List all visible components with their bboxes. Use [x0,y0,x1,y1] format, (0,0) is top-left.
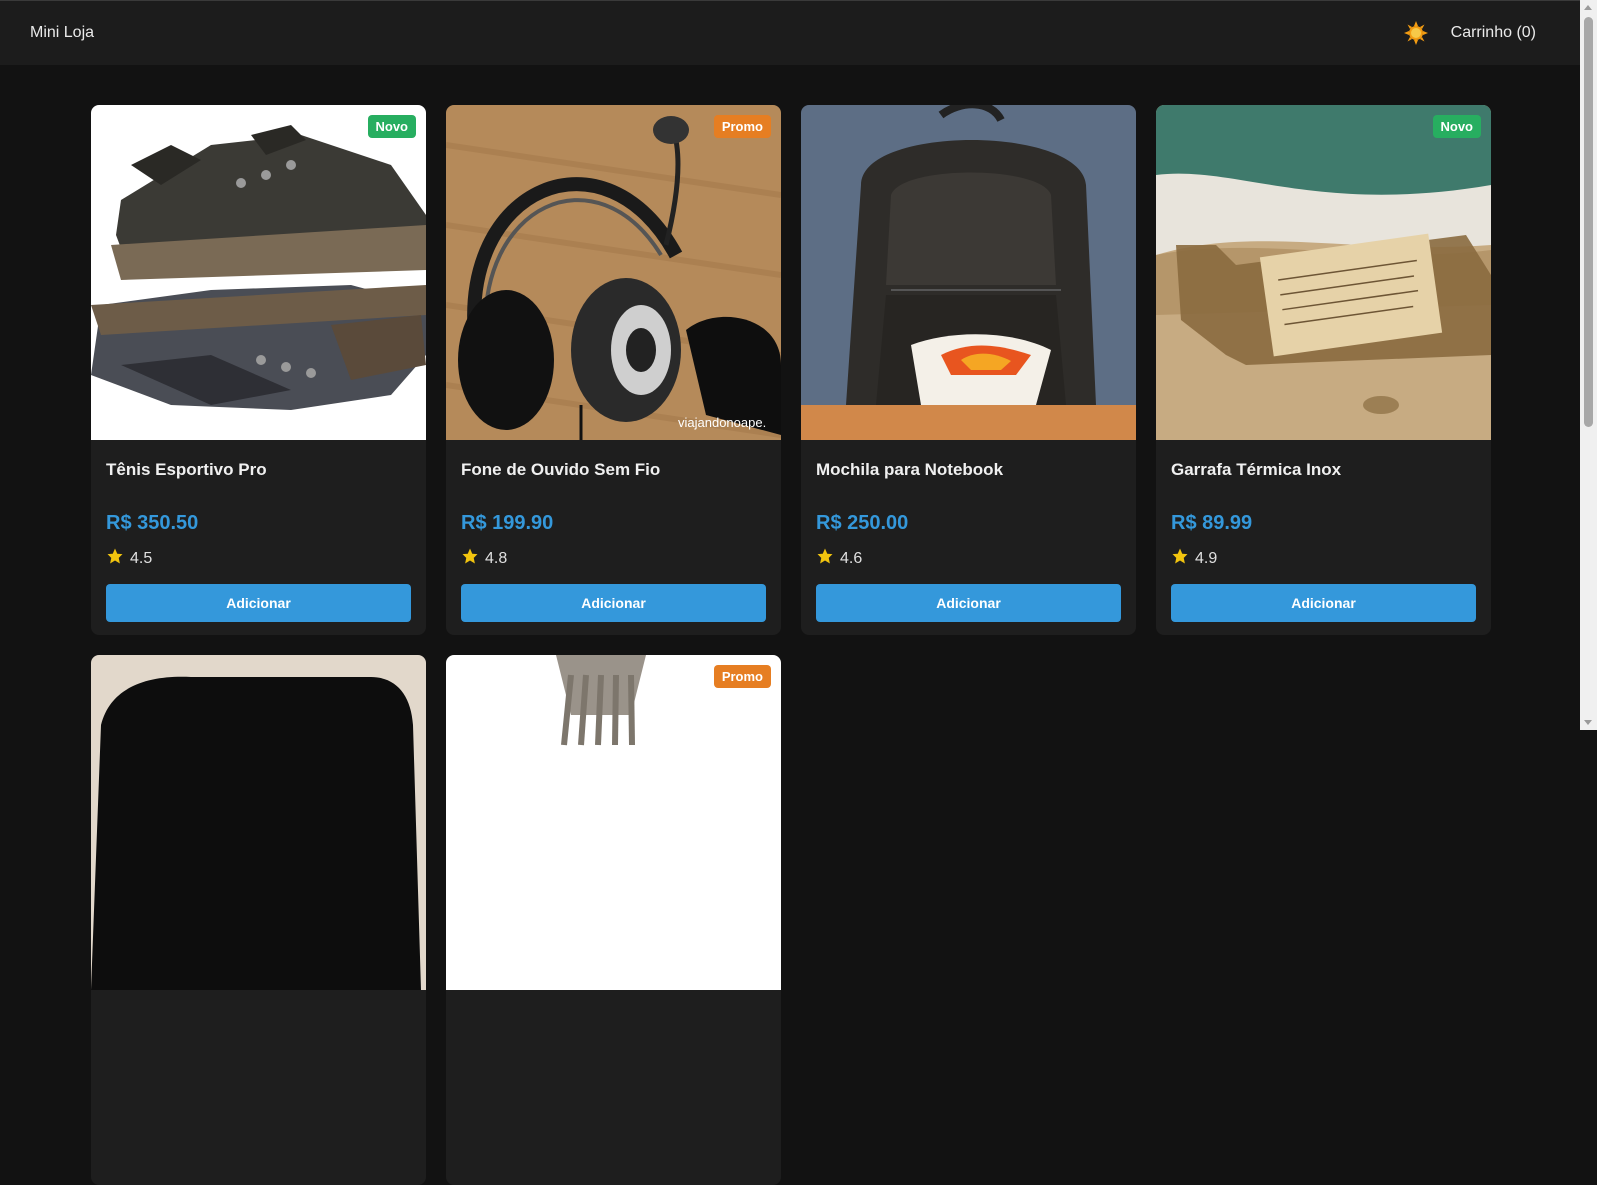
star-icon [816,547,834,570]
add-to-cart-button[interactable]: Adicionar [1171,584,1476,622]
navbar: Mini Loja Carrinho (0) [0,0,1580,65]
brand-logo[interactable]: Mini Loja [30,24,94,42]
product-title: Tênis Esportivo Pro [106,460,267,479]
rating-value: 4.9 [1195,549,1218,567]
star-icon [461,547,479,570]
product-image-sneakers[interactable]: Novo [91,105,426,440]
product-image-device[interactable] [91,655,426,990]
add-to-cart-button[interactable]: Adicionar [816,584,1121,622]
product-price: R$ 199.90 [461,512,554,534]
product-rating: 4.8 [461,547,766,570]
product-title: Mochila para Notebook [816,460,1004,479]
rating-value: 4.6 [840,549,863,567]
product-badge: Promo [713,115,771,138]
rating-value: 4.8 [485,549,508,567]
product-rating: 4.9 [1171,547,1476,570]
scroll-up-icon[interactable] [1584,5,1592,10]
product-rating: 4.5 [106,547,411,570]
rating-value: 4.5 [130,549,153,567]
product-price: R$ 250.00 [816,512,909,534]
product-title: Fone de Ouvido Sem Fio [461,460,661,479]
product-card: Novo Garrafa Térmica Inox R$ 89.99 4.9 A… [1156,105,1491,635]
sun-icon[interactable] [1403,20,1429,46]
product-image-bottle[interactable]: Novo [1156,105,1491,440]
star-icon [106,547,124,570]
product-card: viajandonoape. Promo Fone de Ouvido Sem … [446,105,781,635]
cart-link[interactable]: Carrinho (0) [1451,24,1536,42]
product-body: Tênis Esportivo Pro R$ 350.50 4.5 Adicio… [91,460,426,622]
add-to-cart-button[interactable]: Adicionar [106,584,411,622]
product-image-chair[interactable]: Promo [446,655,781,990]
product-rating: 4.6 [816,547,1121,570]
product-badge: Novo [367,115,416,138]
star-icon [1171,547,1189,570]
scroll-down-icon[interactable] [1584,720,1592,725]
vertical-scrollbar[interactable] [1580,0,1597,730]
nav-actions: Carrinho (0) [1403,20,1550,46]
product-price: R$ 89.99 [1171,512,1253,534]
product-image-headphones[interactable]: viajandonoape. Promo [446,105,781,440]
product-card [91,655,426,1185]
product-card: Mochila para Notebook R$ 250.00 4.6 Adic… [801,105,1136,635]
product-body: Fone de Ouvido Sem Fio R$ 199.90 4.8 Adi… [446,460,781,622]
product-card: Promo [446,655,781,1185]
product-title: Garrafa Térmica Inox [1171,460,1342,479]
product-badge: Novo [1432,115,1481,138]
product-badge: Promo [713,665,771,688]
product-price: R$ 350.50 [106,512,199,534]
image-watermark: viajandonoape. [678,415,766,430]
product-card: Novo Tênis Esportivo Pro R$ 350.50 4.5 A… [91,105,426,635]
scrollbar-thumb[interactable] [1584,17,1593,427]
product-grid: Novo Tênis Esportivo Pro R$ 350.50 4.5 A… [91,105,1491,1185]
add-to-cart-button[interactable]: Adicionar [461,584,766,622]
product-image-backpack[interactable] [801,105,1136,440]
product-body: Mochila para Notebook R$ 250.00 4.6 Adic… [801,460,1136,622]
product-body: Garrafa Térmica Inox R$ 89.99 4.9 Adicio… [1156,460,1491,622]
